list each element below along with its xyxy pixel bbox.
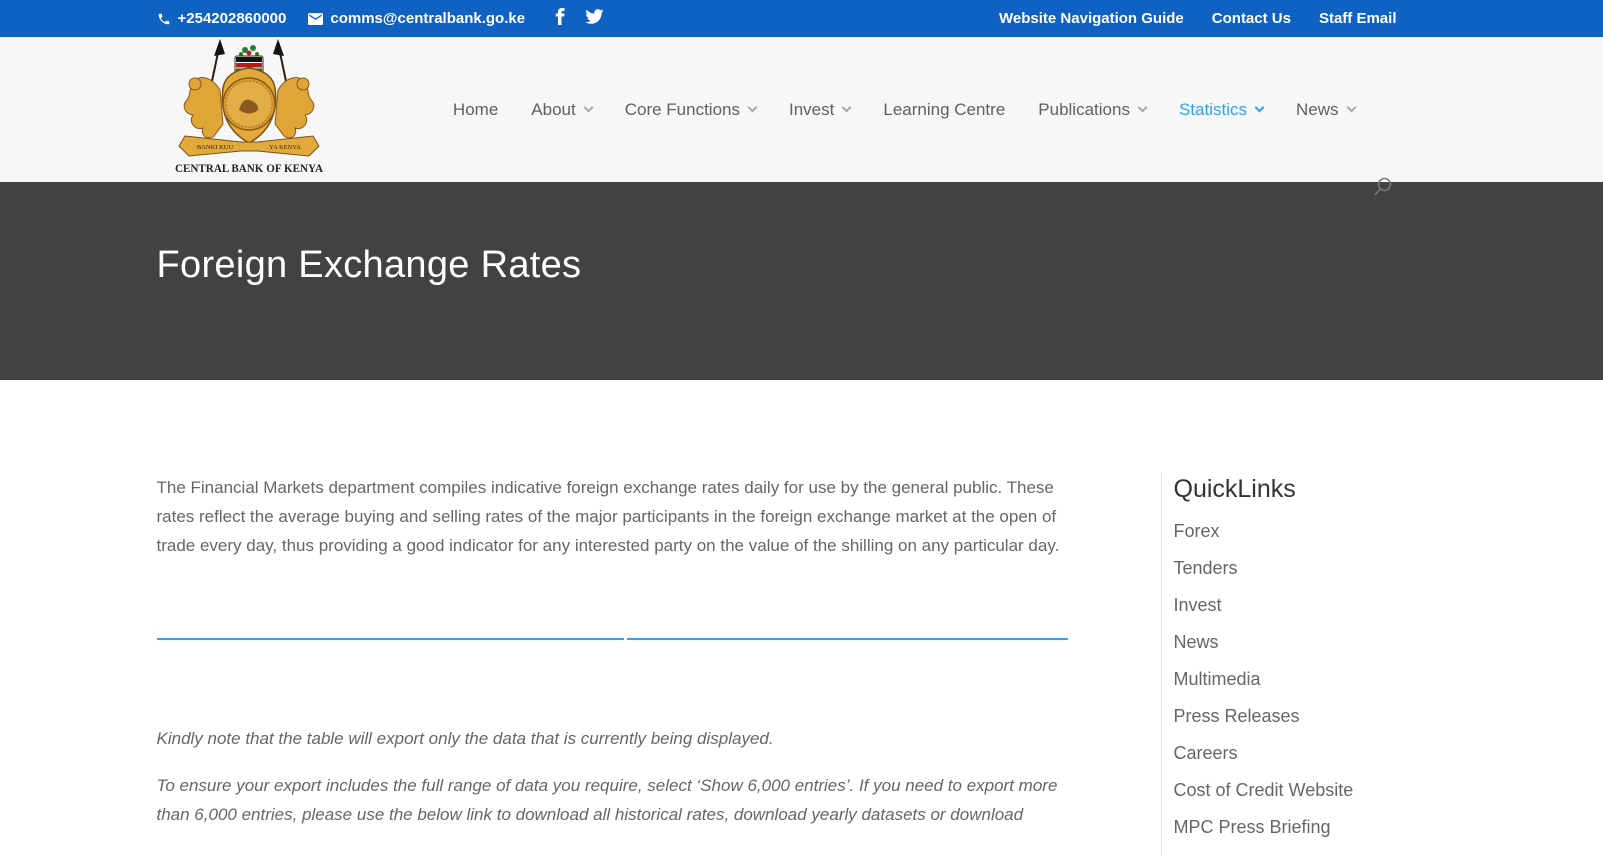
topbar-link-staff-email[interactable]: Staff Email: [1319, 10, 1397, 27]
logo-ribbon-right-text: YA KENYA: [269, 144, 301, 151]
export-instructions: To ensure your export includes the full …: [157, 771, 1068, 829]
blue-divider: [157, 638, 1068, 640]
export-note: Kindly note that the table will export o…: [157, 724, 1068, 753]
quicklinks-sidebar: QuickLinks Forex Tenders Invest News Mul…: [1161, 473, 1447, 855]
quicklink-news[interactable]: News: [1174, 633, 1447, 652]
chevron-down-icon: [748, 102, 758, 112]
phone-number: +254202860000: [178, 10, 287, 27]
search-icon[interactable]: [1371, 176, 1395, 200]
logo-ribbon-left-text: BANKI KUU: [196, 144, 233, 151]
chevron-down-icon: [583, 102, 593, 112]
facebook-icon[interactable]: [555, 8, 565, 29]
phone-icon: [157, 12, 171, 26]
quicklink-careers[interactable]: Careers: [1174, 744, 1447, 763]
chevron-down-icon: [1255, 102, 1265, 112]
intro-paragraph: The Financial Markets department compile…: [157, 473, 1068, 560]
main-content: The Financial Markets department compile…: [157, 380, 1447, 855]
quicklink-forex[interactable]: Forex: [1174, 522, 1447, 541]
topbar-link-contact-us[interactable]: Contact Us: [1212, 10, 1291, 27]
main-nav: Home About Core Functions Invest Learnin…: [453, 100, 1355, 120]
logo-caption: CENTRAL BANK OF KENYA: [175, 161, 323, 175]
nav-home[interactable]: Home: [453, 100, 498, 120]
quicklink-mpc-press-briefing[interactable]: MPC Press Briefing: [1174, 818, 1447, 837]
top-bar: +254202860000 comms@centralbank.go.ke We…: [0, 0, 1603, 37]
chevron-down-icon: [842, 102, 852, 112]
nav-news[interactable]: News: [1296, 100, 1355, 120]
chevron-down-icon: [1138, 102, 1148, 112]
nav-core-functions[interactable]: Core Functions: [625, 100, 756, 120]
article-column: The Financial Markets department compile…: [157, 473, 1068, 855]
page-hero: Foreign Exchange Rates: [0, 182, 1603, 380]
quicklink-invest[interactable]: Invest: [1174, 596, 1447, 615]
quicklinks-title: QuickLinks: [1174, 475, 1447, 504]
quicklink-press-releases[interactable]: Press Releases: [1174, 707, 1447, 726]
cbk-logo[interactable]: BANKI KUU YA KENYA CENTRAL BANK OF KENYA: [173, 38, 325, 181]
nav-about[interactable]: About: [531, 100, 591, 120]
chevron-down-icon: [1346, 102, 1356, 112]
twitter-icon[interactable]: [585, 9, 604, 29]
quicklink-multimedia[interactable]: Multimedia: [1174, 670, 1447, 689]
page-title: Foreign Exchange Rates: [157, 244, 1447, 287]
quicklink-cost-of-credit[interactable]: Cost of Credit Website: [1174, 781, 1447, 800]
nav-invest[interactable]: Invest: [789, 100, 850, 120]
quicklink-tenders[interactable]: Tenders: [1174, 559, 1447, 578]
email-link[interactable]: comms@centralbank.go.ke: [308, 10, 525, 27]
email-address: comms@centralbank.go.ke: [330, 10, 525, 27]
envelope-icon: [308, 13, 323, 25]
topbar-link-navigation-guide[interactable]: Website Navigation Guide: [999, 10, 1184, 27]
nav-learning-centre[interactable]: Learning Centre: [883, 100, 1005, 120]
site-header: BANKI KUU YA KENYA CENTRAL BANK OF KENYA…: [0, 37, 1603, 182]
nav-publications[interactable]: Publications: [1038, 100, 1146, 120]
nav-statistics[interactable]: Statistics: [1179, 100, 1263, 120]
phone-link[interactable]: +254202860000: [157, 10, 287, 27]
